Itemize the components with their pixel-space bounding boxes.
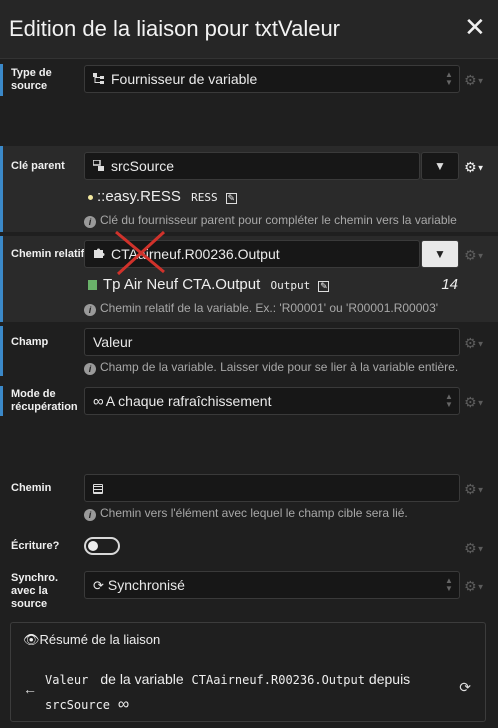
- sync-label: Synchro. avec la source: [11, 572, 59, 610]
- retrieval-mode-value: A chaque rafraîchissement: [105, 393, 272, 409]
- relative-path-settings-icon[interactable]: ⚙▼: [464, 246, 492, 264]
- relative-path-resolved-tag: Output: [270, 279, 311, 292]
- path-label: Chemin: [11, 482, 52, 494]
- relative-path-resolved: Tp Air Neuf CTA.Output Output ✎ 14: [88, 276, 464, 293]
- source-type-row: Type de source Fournisseur de variable ▲…: [0, 64, 498, 96]
- source-type-value: Fournisseur de variable: [111, 71, 258, 87]
- edit-icon[interactable]: ✎: [225, 193, 237, 204]
- path-hint: i Chemin vers l'élément avec lequel le ch…: [84, 506, 488, 521]
- summary-text: Valeur de la variable CTAairneuf.R00236.O…: [45, 671, 411, 713]
- sync-icon: ⟳: [93, 578, 104, 593]
- field-hint: i Champ de la variable. Laisser vide pour…: [84, 360, 488, 375]
- relative-path-resolved-name: Tp Air Neuf CTA.Output: [103, 276, 261, 293]
- parent-key-resolved: ::easy.RESS RESS ✎: [88, 188, 237, 205]
- summary-title: 👁Résumé de la liaison: [23, 632, 161, 647]
- relative-path-hint: i Chemin relatif de la variable. Ex.: 'R0…: [84, 301, 478, 316]
- parent-key-row: Clé parent srcSource ▼ ⚙▼ ::easy.RESS RE…: [0, 146, 498, 232]
- close-icon[interactable]: ✕: [464, 14, 486, 40]
- relative-path-count: 14: [441, 276, 458, 293]
- source-type-settings-icon[interactable]: ⚙▼: [464, 71, 492, 89]
- path-input[interactable]: [84, 474, 460, 502]
- updown-icon: ▲ ▼: [445, 392, 453, 409]
- write-row: Écriture? ⚙▼: [0, 536, 498, 558]
- sync-row: Synchro. avec la source ⟳ Synchronisé ▲ ▼ …: [0, 570, 498, 610]
- summary-sync-icon[interactable]: ⟳: [459, 679, 471, 696]
- field-settings-icon[interactable]: ⚙▼: [464, 334, 492, 352]
- parent-key-label: Clé parent: [11, 160, 65, 172]
- retrieval-mode-row: Mode de récupération ∞ A chaque rafraîchi…: [0, 386, 498, 416]
- back-arrow-icon[interactable]: ←: [23, 681, 37, 697]
- write-toggle[interactable]: [84, 537, 120, 555]
- path-row: Chemin ⚙▼ i Chemin vers l'élément avec le…: [0, 472, 498, 522]
- field-label: Champ: [11, 336, 49, 348]
- source-link-icon: [92, 154, 107, 180]
- write-toggle-knob: [88, 541, 98, 551]
- field-value: Valeur: [93, 334, 133, 350]
- parent-key-value: srcSource: [111, 158, 175, 174]
- source-type-select[interactable]: Fournisseur de variable ▲ ▼: [84, 65, 460, 93]
- sync-settings-icon[interactable]: ⚙▼: [464, 577, 492, 595]
- puzzle-icon: [93, 242, 107, 268]
- parent-key-resolved-name: easy.RESS: [105, 188, 181, 205]
- provider-tree-icon: [93, 67, 107, 93]
- summary-variable-code: CTAairneuf.R00236.Output: [191, 673, 365, 687]
- write-label: Écriture?: [11, 540, 60, 552]
- relative-path-row: Chemin relatif CTAairneuf.R00236.Output …: [0, 230, 498, 322]
- dialog-title: Edition de la liaison pour txtValeur: [9, 16, 341, 41]
- list-icon: [93, 484, 103, 494]
- binding-summary: 👁Résumé de la liaison ← Valeur de la vari…: [10, 622, 486, 722]
- variable-icon: [88, 280, 97, 290]
- summary-source-code: srcSource: [45, 698, 111, 712]
- source-type-label: Type de source: [11, 67, 52, 92]
- field-input[interactable]: Valeur: [84, 328, 460, 356]
- retrieval-mode-label: Mode de récupération: [11, 388, 78, 413]
- dialog-titlebar: Edition de la liaison pour txtValeur ✕: [0, 0, 498, 59]
- retrieval-mode-settings-icon[interactable]: ⚙▼: [464, 393, 492, 411]
- status-dot-icon: [88, 194, 93, 200]
- infinity-icon: ∞: [93, 393, 104, 410]
- relative-path-dropdown-button[interactable]: ▼: [421, 240, 459, 268]
- summary-field-code: Valeur: [45, 673, 89, 687]
- parent-key-resolved-tag: RESS: [191, 191, 218, 204]
- path-settings-icon[interactable]: ⚙▼: [464, 480, 492, 498]
- parent-key-hint: i Clé du fournisseur parent pour compléte…: [84, 213, 478, 228]
- info-icon: i: [84, 216, 96, 228]
- relative-path-label: Chemin relatif: [11, 248, 85, 260]
- parent-key-input[interactable]: srcSource: [84, 152, 420, 180]
- parent-key-dropdown-button[interactable]: ▼: [421, 152, 459, 180]
- info-icon: i: [84, 363, 96, 375]
- edit-icon[interactable]: ✎: [318, 281, 330, 292]
- eye-icon: 👁: [23, 632, 40, 647]
- parent-key-settings-icon[interactable]: ⚙▼: [464, 158, 492, 176]
- updown-icon: ▲ ▼: [445, 576, 453, 593]
- info-icon: i: [84, 304, 96, 316]
- info-icon: i: [84, 509, 96, 521]
- field-row: Champ Valeur ⚙▼ i Champ de la variable. L…: [0, 326, 498, 376]
- red-cross-mark: [115, 230, 166, 276]
- infinity-icon: ∞: [117, 696, 130, 713]
- retrieval-mode-select[interactable]: ∞ A chaque rafraîchissement ▲ ▼: [84, 387, 460, 415]
- updown-icon: ▲ ▼: [445, 70, 453, 87]
- sync-select[interactable]: ⟳ Synchronisé ▲ ▼: [84, 571, 460, 599]
- sync-value: Synchronisé: [107, 577, 185, 593]
- write-settings-icon[interactable]: ⚙▼: [464, 539, 492, 557]
